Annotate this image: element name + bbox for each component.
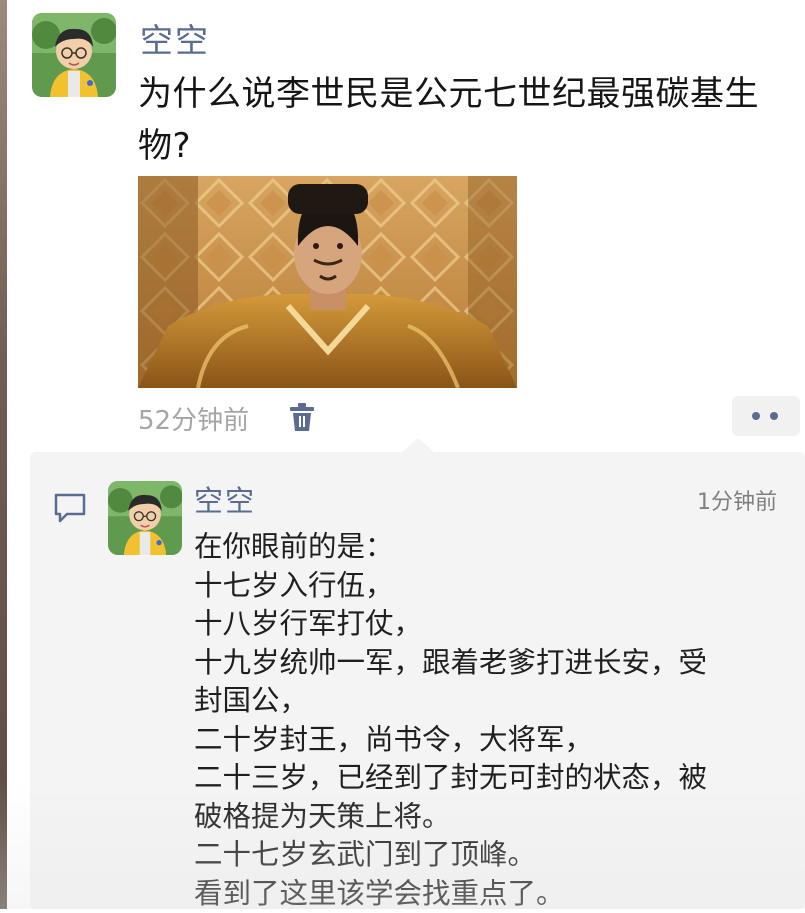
avatar[interactable]	[32, 13, 116, 97]
comment-author-name[interactable]: 空空	[194, 478, 256, 520]
comment-line: 十九岁统帅一军，跟着老爹打进长安，受	[194, 644, 784, 683]
comment-line: 十八岁行军打仗，	[194, 605, 784, 644]
comment-line: 看到了这里该学会找重点了。	[194, 875, 784, 913]
dot	[752, 412, 760, 420]
comment-line: 在你眼前的是：	[194, 528, 784, 567]
comment-line: 十七岁入行伍，	[194, 567, 784, 606]
comment-bubble-icon	[53, 492, 87, 524]
post-author-name[interactable]: 空空	[140, 14, 210, 62]
comment-line: 二十三岁，已经到了封无可封的状态，被	[194, 759, 784, 798]
post-image[interactable]	[138, 176, 517, 388]
comment-timestamp: 1分钟前	[697, 484, 777, 516]
more-dots-icon[interactable]	[732, 396, 800, 436]
comment-line: 破格提为天策上将。	[194, 798, 784, 837]
dot	[770, 412, 778, 420]
comment-text: 在你眼前的是： 十七岁入行伍， 十八岁行军打仗， 十九岁统帅一军，跟着老爹打进长…	[194, 528, 784, 913]
comment-line: 二十岁封王，尚书令，大将军，	[194, 721, 784, 760]
post-timestamp: 52分钟前	[138, 400, 249, 437]
comment-line: 二十七岁玄武门到了顶峰。	[194, 836, 784, 875]
trash-icon[interactable]	[289, 402, 315, 432]
post-text: 为什么说李世民是公元七世纪最强碳基生物?	[138, 68, 798, 172]
comment-avatar[interactable]	[108, 481, 182, 555]
left-edge-strip	[0, 0, 7, 909]
comment-line: 封国公，	[194, 682, 784, 721]
